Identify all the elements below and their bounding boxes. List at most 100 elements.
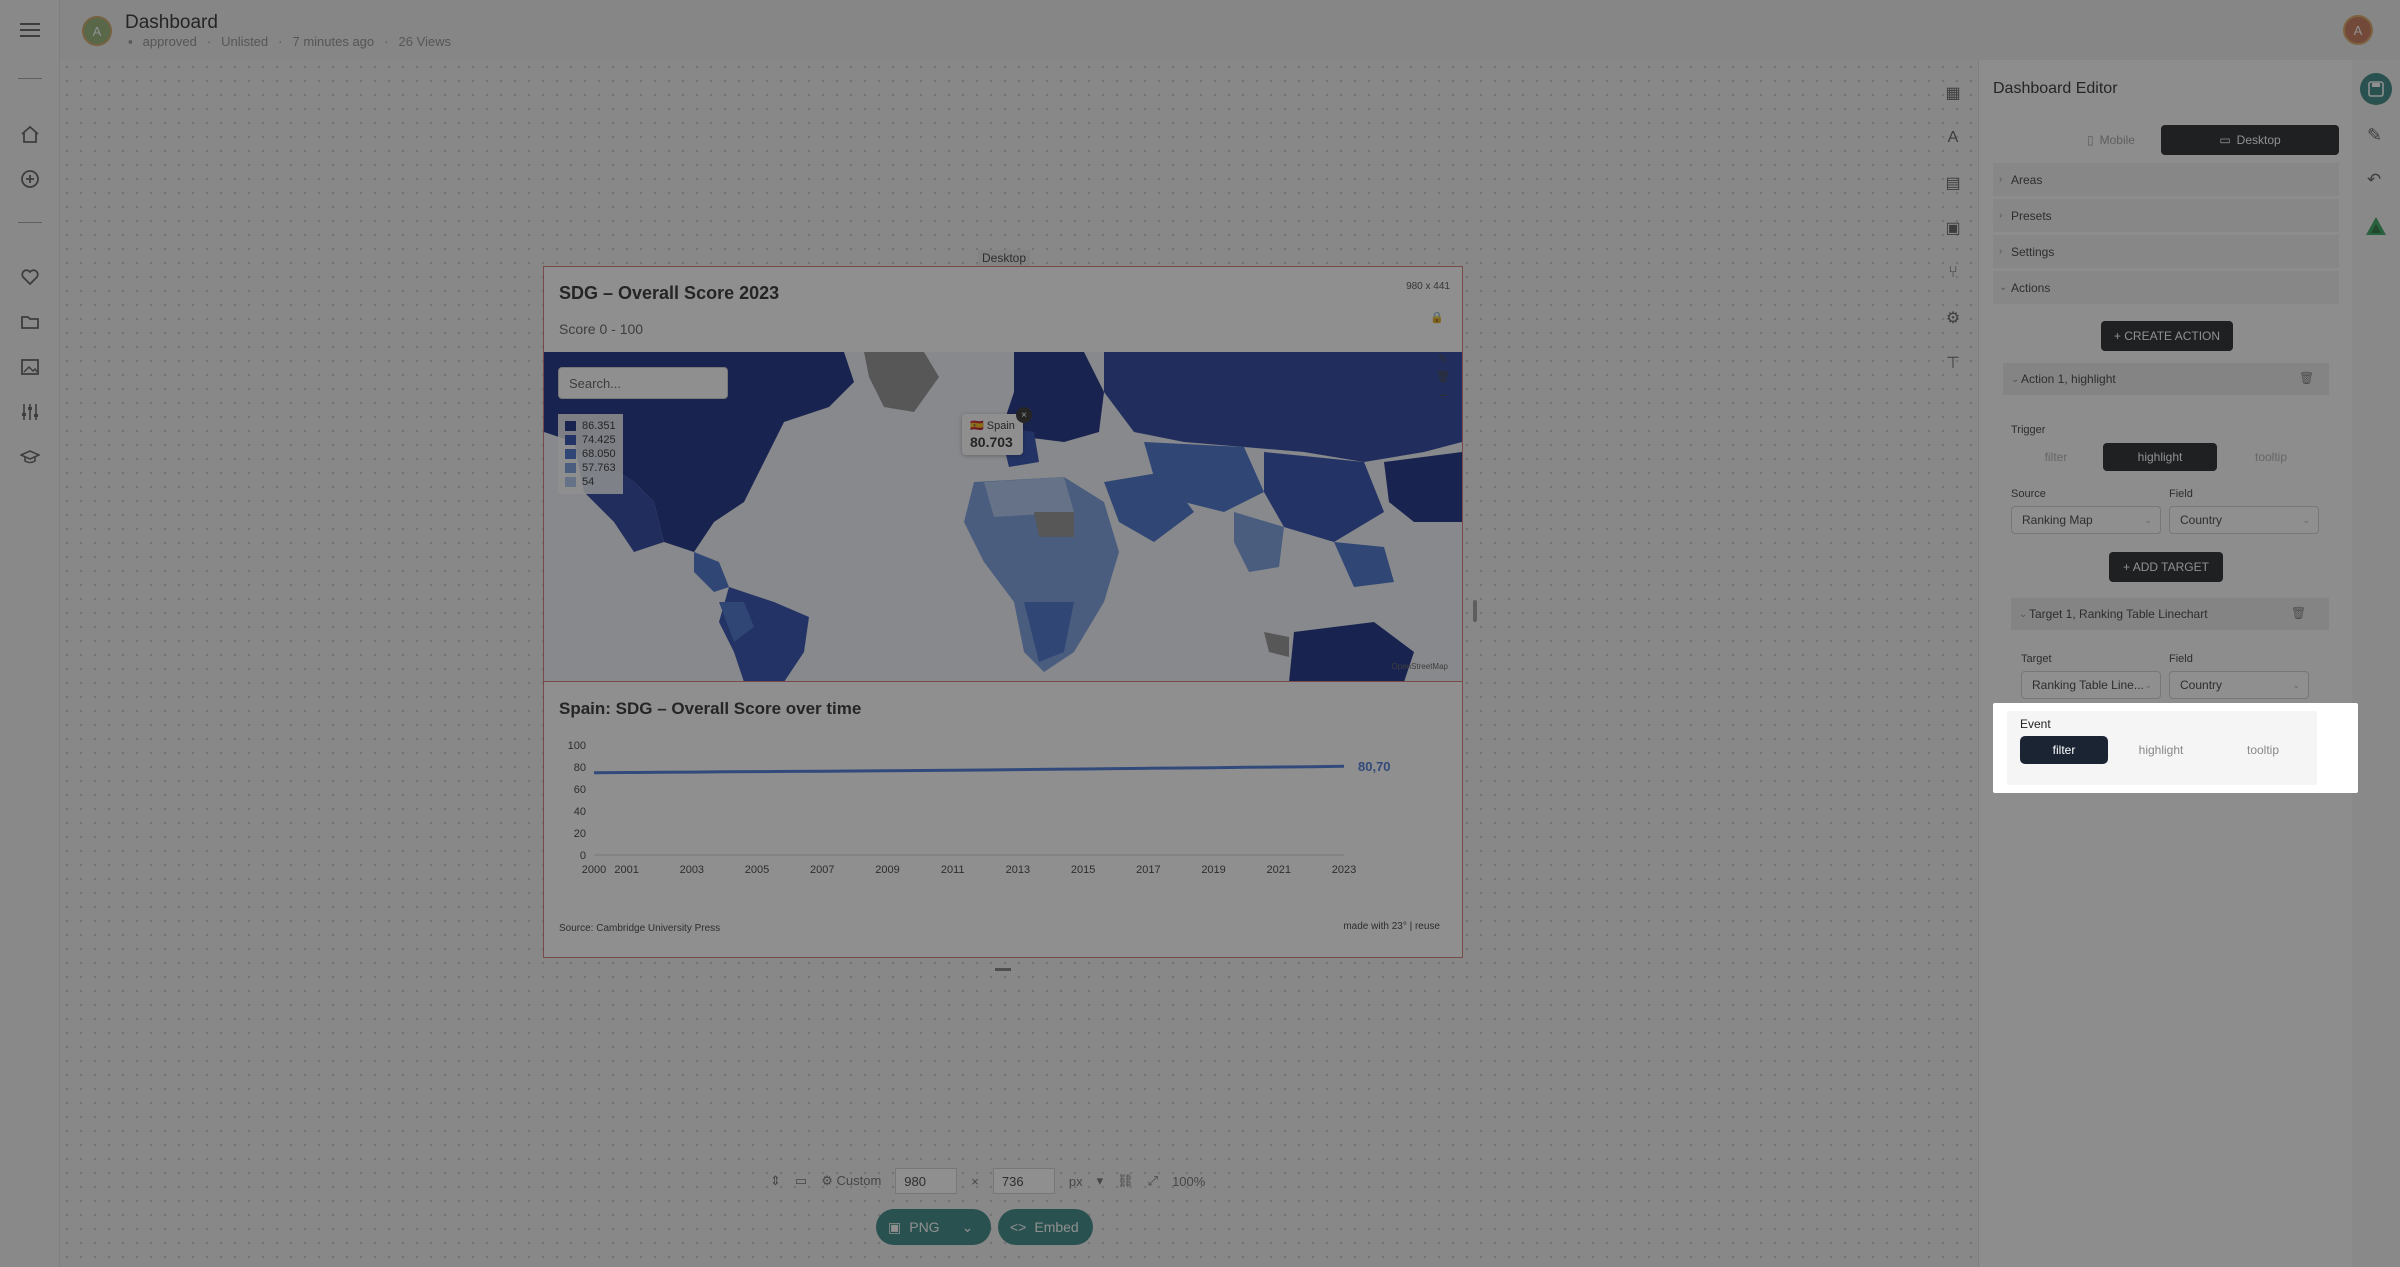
height-input[interactable]: 736 (992, 1168, 1055, 1194)
pencil-icon[interactable]: ✎ (2367, 125, 2382, 146)
left-sidebar (0, 0, 60, 1267)
widget-rail: ▦ A ▤ ▣ ⑂ ⚙ ⊤ (1930, 60, 1974, 420)
event-section: Event filter highlight tooltip (1993, 703, 2358, 793)
target-field-select[interactable]: Country ⌄ (2169, 671, 2309, 699)
target-header[interactable]: ⌄ Target 1, Ranking Table Linechart (2011, 598, 2329, 630)
resize-handle-right[interactable] (1473, 600, 1477, 622)
x-tick-label: 2011 (941, 864, 965, 876)
target-label: Target (2021, 653, 2052, 665)
field-select[interactable]: Country ⌄ (2169, 506, 2319, 534)
page-title[interactable]: Dashboard (125, 12, 218, 34)
png-export-button[interactable]: ▣ PNG ⌄ (876, 1209, 991, 1245)
dashboard-avatar: A (82, 16, 112, 46)
event-filter[interactable]: filter (2020, 736, 2108, 764)
image-icon[interactable] (18, 355, 42, 379)
heart-icon[interactable] (18, 265, 42, 289)
x-tick-label: 2001 (614, 864, 638, 876)
table-icon[interactable]: ▤ (1942, 172, 1964, 194)
legend-item: 68.050 (565, 447, 616, 461)
legend-item: 54 (565, 475, 616, 489)
scrollbar[interactable] (2330, 713, 2348, 783)
x-tick-label: 2021 (1267, 864, 1291, 876)
embed-button[interactable]: <> Embed (998, 1209, 1093, 1245)
map-shapes (544, 352, 1462, 681)
close-icon[interactable]: × (1016, 407, 1032, 423)
event-label: Event (2020, 717, 2051, 731)
width-input[interactable]: 980 (895, 1168, 958, 1194)
resize-handle-bottom[interactable] (995, 968, 1011, 971)
zoom-out-icon[interactable]: − (1439, 387, 1447, 403)
source-select[interactable]: Ranking Map ⌄ (2011, 506, 2161, 534)
desktop-toggle[interactable]: ▭ Desktop (2161, 125, 2339, 155)
series-line (593, 764, 1345, 775)
zoom-level[interactable]: 100% (1172, 1174, 1205, 1189)
code-icon: <> (1010, 1219, 1027, 1235)
image-icon[interactable]: ▣ (1942, 217, 1964, 239)
sliders-icon[interactable] (18, 400, 42, 424)
add-target-button[interactable]: + ADD TARGET (2109, 552, 2223, 582)
unit-select[interactable]: px (1069, 1174, 1083, 1189)
field-label: Field (2169, 488, 2193, 500)
delete-target-icon[interactable]: 🗑 (2291, 606, 2306, 620)
map-widget-subtitle: Score 0 - 100 (559, 321, 644, 337)
menu-icon[interactable] (18, 18, 42, 42)
trash-icon[interactable]: 🗑 (1436, 370, 1450, 383)
fit-icon[interactable]: ⇕ (770, 1173, 781, 1189)
laptop-icon[interactable]: ▭ (795, 1173, 807, 1189)
x-tick-label: 2015 (1071, 864, 1095, 876)
save-button[interactable] (2360, 73, 2392, 105)
create-action-button[interactable]: + CREATE ACTION (2101, 321, 2233, 351)
editor-title: Dashboard Editor (1993, 80, 2118, 97)
gear-icon[interactable]: ⚙ (1942, 307, 1964, 329)
home-icon[interactable] (18, 122, 42, 146)
folder-icon[interactable] (18, 310, 42, 334)
chevron-down-icon[interactable]: ▾ (1097, 1173, 1104, 1189)
section-actions[interactable]: ⌄ Actions (1993, 271, 2339, 305)
delete-action-icon[interactable]: 🗑 (2299, 371, 2314, 385)
event-tooltip[interactable]: tooltip (2215, 736, 2311, 764)
dashboard-board[interactable]: SDG – Overall Score 2023 Score 0 - 100 9… (543, 266, 1463, 958)
action-header[interactable]: ⌄ Action 1, highlight (2003, 363, 2329, 395)
lock-icon[interactable]: 🔒 (1430, 311, 1444, 324)
user-avatar[interactable]: A (2343, 15, 2373, 45)
map-toolbar: ✎ 🗑 − (1432, 352, 1454, 403)
trigger-filter[interactable]: filter (2011, 443, 2101, 471)
map-legend: 86.351 74.425 68.050 57.763 54 (558, 414, 623, 494)
section-settings[interactable]: › Settings (1993, 235, 2339, 269)
paint-roller-icon[interactable]: ⊤ (1942, 352, 1964, 374)
target-select[interactable]: Ranking Table Line... ⌄ (2021, 671, 2161, 699)
pencil-icon[interactable]: ✎ (1438, 352, 1448, 366)
image-icon: ▣ (888, 1218, 902, 1235)
trigger-highlight[interactable]: highlight (2103, 443, 2217, 471)
trigger-tooltip[interactable]: tooltip (2223, 443, 2319, 471)
line-chart: 0 20 40 60 80 100 2000 2001 2003 2005 2007 2009 2011… (568, 740, 1391, 876)
link-icon[interactable]: ⛓ (1117, 1173, 1134, 1189)
world-map[interactable]: Search... 86.351 74.425 68.050 57.763 54… (544, 352, 1462, 682)
brand-logo-icon[interactable] (2365, 216, 2387, 241)
text-icon[interactable]: A (1942, 127, 1964, 149)
zoom-icon[interactable]: ⤢ (1148, 1173, 1158, 1189)
chevron-down-icon[interactable]: ⌄ (962, 1219, 974, 1236)
undo-icon[interactable]: ↶ (2367, 170, 2381, 190)
graduation-icon[interactable] (18, 445, 42, 469)
tooltip-value: 80.703 (970, 434, 1013, 450)
mobile-toggle[interactable]: ▯ Mobile (2051, 125, 2171, 155)
y-tick-label: 20 (574, 828, 586, 840)
divider (18, 222, 42, 223)
section-areas[interactable]: › Areas (1993, 163, 2339, 197)
trigger-label: Trigger (2011, 424, 2046, 436)
preset-select[interactable]: ⚙ Custom (821, 1173, 881, 1189)
branch-icon[interactable]: ⑂ (1942, 262, 1964, 284)
event-highlight[interactable]: highlight (2113, 736, 2209, 764)
section-presets[interactable]: › Presets (1993, 199, 2339, 233)
made-with-text[interactable]: made with 23° | reuse (1343, 921, 1440, 932)
legend-item: 57.763 (565, 461, 616, 475)
x-tick-label: 2023 (1332, 864, 1356, 876)
map-search-input[interactable]: Search... (558, 367, 728, 399)
y-tick-label: 40 (574, 806, 586, 818)
device-tag: Desktop (978, 250, 1031, 266)
add-circle-icon[interactable] (18, 167, 42, 191)
tooltip-country: Spain (986, 420, 1015, 432)
layout-icon[interactable]: ▦ (1942, 82, 1964, 104)
size-badge: 980 x 441 (1406, 281, 1450, 292)
